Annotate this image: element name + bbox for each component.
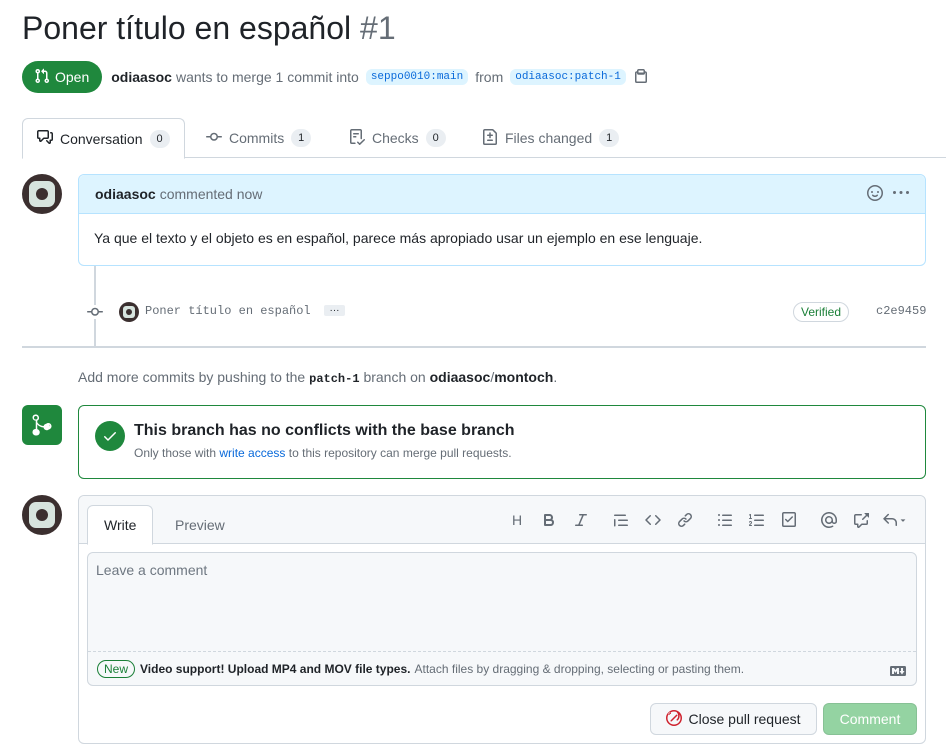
comment-textarea-wrapper: New Video support! Upload MP4 and MOV fi… bbox=[87, 552, 917, 686]
avatar[interactable] bbox=[22, 174, 62, 214]
tab-checks-label: Checks bbox=[372, 130, 419, 146]
push-hint: Add more commits by pushing to the patch… bbox=[78, 369, 557, 386]
head-branch[interactable]: odiaasoc:patch-1 bbox=[510, 69, 626, 85]
tab-conversation-label: Conversation bbox=[60, 130, 143, 147]
from-text: from bbox=[475, 69, 504, 85]
tab-commits[interactable]: Commits 1 bbox=[192, 118, 325, 158]
kebab-horizontal-icon[interactable] bbox=[893, 185, 909, 204]
tasklist-icon[interactable] bbox=[773, 508, 805, 532]
attach-files-text: Attach files by dragging & dropping, sel… bbox=[414, 662, 745, 676]
write-access-link[interactable]: write access bbox=[219, 446, 285, 460]
comment-button[interactable]: Comment bbox=[823, 703, 917, 735]
quote-icon[interactable] bbox=[605, 508, 637, 532]
git-commit-icon bbox=[86, 305, 104, 319]
cross-reference-icon[interactable] bbox=[845, 508, 877, 532]
tab-conversation-count: 0 bbox=[149, 129, 170, 148]
merge-sub-prefix: Only those with bbox=[134, 446, 217, 460]
comment-editor: Write Preview H Leave a comment New Vide… bbox=[78, 495, 926, 744]
heading-button[interactable]: H bbox=[501, 508, 533, 532]
merge-status-subtitle: Only those with write access to this rep… bbox=[134, 446, 512, 460]
markdown-toolbar: H bbox=[501, 508, 913, 532]
comment-discussion-icon bbox=[37, 129, 53, 148]
merge-text: wants to merge 1 commit into bbox=[175, 69, 359, 85]
attach-files-hint[interactable]: New Video support! Upload MP4 and MOV fi… bbox=[88, 653, 916, 685]
tab-checks[interactable]: Checks 0 bbox=[335, 118, 460, 158]
comment-header: odiaasoc commented now bbox=[79, 175, 925, 214]
smiley-icon[interactable] bbox=[867, 184, 883, 204]
pr-tabs: Conversation 0 Commits 1 Checks 0 Files … bbox=[22, 118, 946, 159]
close-pull-request-label: Close pull request bbox=[688, 711, 801, 727]
pull-request-icon bbox=[34, 68, 50, 87]
tab-files-changed-count: 1 bbox=[599, 129, 620, 147]
commit-expand-button[interactable]: ··· bbox=[324, 305, 345, 316]
close-pull-request-button[interactable]: Close pull request bbox=[650, 703, 817, 735]
push-hint-prefix: Add more commits by pushing to the bbox=[78, 369, 306, 385]
check-circle-icon bbox=[95, 421, 125, 451]
copy-icon[interactable] bbox=[633, 68, 649, 87]
editor-header: Write Preview H bbox=[79, 496, 925, 545]
pr-status-row: Open odiaasoc wants to merge 1 commit in… bbox=[22, 61, 649, 93]
bold-icon[interactable] bbox=[533, 508, 565, 532]
push-hint-middle: branch on bbox=[363, 369, 426, 385]
pr-title-text: Poner título en español bbox=[22, 10, 352, 46]
push-hint-suffix: . bbox=[553, 369, 558, 385]
tab-files-changed-label: Files changed bbox=[505, 130, 593, 146]
comment-body: Ya que el texto y el objeto es en españo… bbox=[94, 230, 703, 246]
comment-timestamp[interactable]: commented now bbox=[160, 186, 263, 202]
commit-sha-link[interactable]: c2e9459 bbox=[876, 304, 926, 318]
state-label: Open bbox=[55, 69, 90, 85]
ordered-list-icon[interactable] bbox=[741, 508, 773, 532]
commit-author-avatar[interactable] bbox=[119, 302, 139, 322]
merge-sub-suffix: to this repository can merge pull reques… bbox=[288, 446, 512, 460]
merge-status-title: This branch has no conflicts with the ba… bbox=[134, 422, 515, 439]
mention-icon[interactable] bbox=[813, 508, 845, 532]
tab-commits-label: Commits bbox=[229, 130, 285, 146]
tab-write[interactable]: Write bbox=[87, 505, 154, 545]
code-icon[interactable] bbox=[637, 508, 669, 532]
push-hint-branch: patch-1 bbox=[309, 372, 360, 386]
pr-author-link[interactable]: odiaasoc bbox=[111, 69, 172, 85]
git-commit-icon bbox=[206, 129, 222, 148]
checklist-icon bbox=[349, 128, 366, 148]
comment-actions bbox=[867, 184, 909, 204]
current-user-avatar[interactable] bbox=[22, 495, 62, 535]
git-merge-icon bbox=[22, 405, 62, 445]
tab-preview[interactable]: Preview bbox=[159, 505, 241, 545]
verified-badge[interactable]: Verified bbox=[793, 302, 850, 322]
file-diff-icon bbox=[482, 128, 498, 148]
pr-number: #1 bbox=[360, 10, 396, 46]
comment-textarea[interactable] bbox=[88, 553, 916, 652]
pr-title: Poner título en español #1 bbox=[22, 10, 396, 47]
timeline-divider bbox=[22, 346, 926, 348]
link-icon[interactable] bbox=[669, 508, 701, 532]
tab-files-changed[interactable]: Files changed 1 bbox=[468, 118, 633, 158]
state-badge: Open bbox=[22, 61, 103, 93]
video-support-text: Video support! Upload MP4 and MOV file t… bbox=[140, 662, 411, 676]
tab-checks-count: 0 bbox=[425, 129, 446, 147]
merge-status-box: This branch has no conflicts with the ba… bbox=[78, 405, 926, 479]
tab-conversation[interactable]: Conversation 0 bbox=[22, 118, 185, 159]
merge-description: odiaasoc wants to merge 1 commit into se… bbox=[111, 68, 649, 87]
new-badge: New bbox=[97, 660, 136, 678]
comment-author[interactable]: odiaasoc bbox=[95, 186, 156, 202]
commit-message-link[interactable]: Poner título en español bbox=[145, 304, 311, 318]
repo-name-link[interactable]: montoch bbox=[494, 369, 553, 385]
tab-commits-count: 1 bbox=[291, 129, 312, 147]
base-branch[interactable]: seppo0010:main bbox=[365, 69, 469, 85]
italic-icon[interactable] bbox=[565, 508, 597, 532]
reply-icon[interactable] bbox=[877, 508, 913, 532]
issue-closed-icon bbox=[666, 709, 683, 729]
comment-card: odiaasoc commented now Ya que el texto y… bbox=[78, 174, 926, 266]
markdown-icon[interactable] bbox=[890, 663, 906, 682]
unordered-list-icon[interactable] bbox=[709, 508, 741, 532]
repo-owner-link[interactable]: odiaasoc bbox=[430, 369, 491, 385]
